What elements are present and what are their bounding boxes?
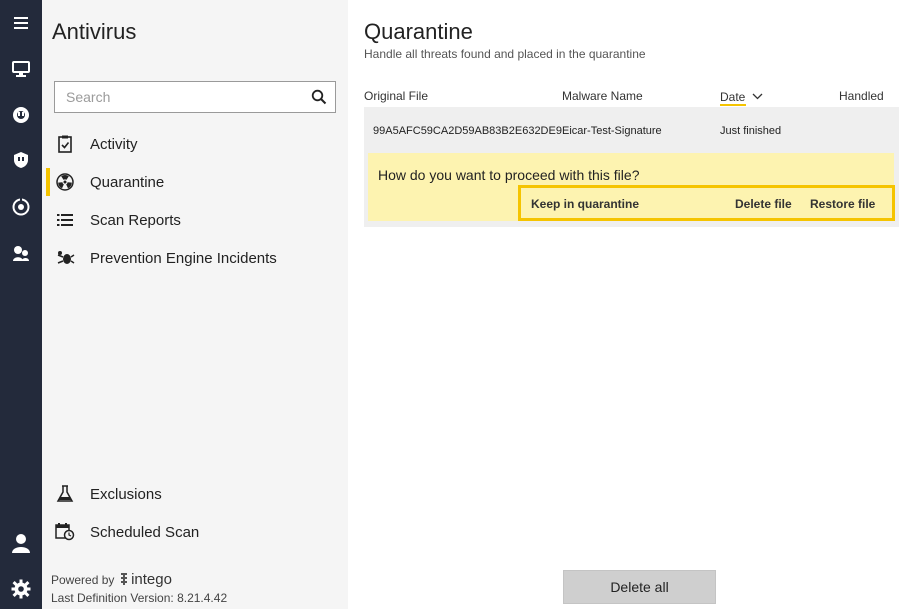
table-row[interactable]: 99A5AFC59CA2D59AB83B2E632DE9 Eicar-Test-… [364, 107, 899, 227]
cell-original-file: 99A5AFC59CA2D59AB83B2E632DE9 [373, 125, 562, 137]
column-header-date-label: Date [720, 90, 746, 104]
search-icon[interactable] [311, 89, 327, 105]
sidebar-item-prevention-engine[interactable]: Prevention Engine Incidents [42, 241, 348, 275]
monitor-icon[interactable] [0, 51, 42, 87]
privacy-icon[interactable] [0, 97, 42, 133]
column-header-original-file[interactable]: Original File [364, 89, 428, 103]
sidebar-item-label: Quarantine [90, 174, 165, 191]
cell-date: Just finished [720, 125, 782, 137]
brand-name: intego [131, 571, 172, 588]
chevron-down-icon [752, 89, 763, 103]
column-header-handled[interactable]: Handled [839, 89, 884, 103]
main-panel: Quarantine Handle all threats found and … [348, 0, 903, 609]
sidebar-item-activity[interactable]: Activity [42, 127, 348, 161]
page-title: Quarantine [364, 19, 473, 44]
action-prompt: How do you want to proceed with this fil… [368, 153, 895, 221]
sidebar: Antivirus Activity Quarantine Scan Repor… [42, 0, 348, 609]
settings-icon[interactable] [0, 571, 42, 607]
intego-logo-icon [120, 573, 128, 585]
search-input[interactable] [55, 82, 305, 112]
restore-file-button[interactable]: Restore file [810, 197, 875, 211]
parental-icon[interactable] [0, 235, 42, 271]
app-title: Antivirus [52, 19, 137, 44]
shield-icon[interactable] [0, 142, 42, 178]
column-header-malware-name[interactable]: Malware Name [562, 89, 643, 103]
flask-icon [55, 485, 75, 503]
keep-in-quarantine-button[interactable]: Keep in quarantine [531, 197, 639, 211]
bug-icon [55, 249, 75, 267]
sidebar-item-label: Scan Reports [90, 212, 181, 229]
user-icon[interactable] [0, 525, 42, 561]
list-icon [55, 211, 75, 229]
sidebar-item-scan-reports[interactable]: Scan Reports [42, 203, 348, 237]
definition-version: Last Definition Version: 8.21.4.42 [51, 591, 228, 605]
active-indicator [46, 168, 50, 196]
sidebar-item-scheduled-scan[interactable]: Scheduled Scan [42, 515, 348, 549]
search-box [54, 81, 336, 113]
network-icon[interactable] [0, 189, 42, 225]
column-header-date[interactable]: Date [720, 89, 763, 106]
sidebar-item-exclusions[interactable]: Exclusions [42, 477, 348, 511]
icon-rail [0, 0, 42, 609]
radiation-icon [55, 173, 75, 191]
menu-icon[interactable] [0, 5, 42, 41]
action-buttons-group: Keep in quarantine Delete file Restore f… [518, 185, 895, 221]
sidebar-item-label: Activity [90, 136, 138, 153]
cell-malware-name: Eicar-Test-Signature [562, 125, 662, 137]
powered-by: Powered by intego [51, 571, 172, 588]
page-subtitle: Handle all threats found and placed in t… [364, 47, 646, 61]
delete-all-button[interactable]: Delete all [563, 570, 716, 604]
clipboard-icon [55, 135, 75, 153]
sidebar-item-label: Exclusions [90, 486, 162, 503]
delete-file-button[interactable]: Delete file [735, 197, 792, 211]
sidebar-item-quarantine[interactable]: Quarantine [42, 165, 348, 199]
sort-indicator [720, 104, 746, 106]
powered-by-label: Powered by [51, 573, 115, 587]
sidebar-item-label: Scheduled Scan [90, 524, 200, 541]
prompt-question: How do you want to proceed with this fil… [378, 167, 640, 183]
sidebar-item-label: Prevention Engine Incidents [90, 250, 277, 267]
calendar-clock-icon [55, 523, 75, 541]
